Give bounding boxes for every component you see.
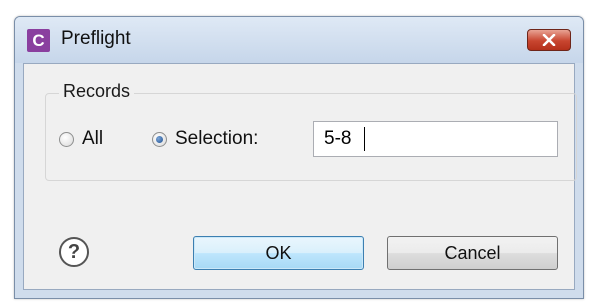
close-icon: [542, 34, 556, 46]
selection-range-input[interactable]: [313, 121, 558, 157]
radio-selection-indicator[interactable]: [152, 131, 167, 147]
dialog-title: Preflight: [61, 28, 131, 49]
radio-selected-dot: [156, 135, 163, 143]
ok-button-label: OK: [265, 242, 292, 263]
help-button[interactable]: ?: [59, 237, 89, 267]
cancel-button[interactable]: Cancel: [387, 236, 558, 270]
help-icon: ?: [67, 240, 81, 263]
title-bar[interactable]: C Preflight: [15, 17, 583, 63]
app-icon: C: [27, 29, 50, 52]
radio-all-indicator[interactable]: [59, 131, 74, 147]
preflight-dialog: C Preflight Records All Selection: ?: [14, 16, 584, 299]
ok-button[interactable]: OK: [193, 236, 364, 270]
radio-selection[interactable]: Selection:: [152, 126, 258, 152]
text-caret: [364, 127, 365, 151]
dialog-content: Records All Selection: ? OK Cancel: [23, 63, 577, 290]
radio-all[interactable]: All: [59, 126, 103, 152]
records-group-label: Records: [59, 81, 135, 102]
cancel-button-label: Cancel: [444, 242, 501, 263]
records-group: Records All Selection:: [45, 81, 577, 181]
close-button[interactable]: [527, 29, 571, 51]
radio-selection-label: Selection:: [175, 128, 259, 149]
radio-all-label: All: [82, 128, 104, 149]
